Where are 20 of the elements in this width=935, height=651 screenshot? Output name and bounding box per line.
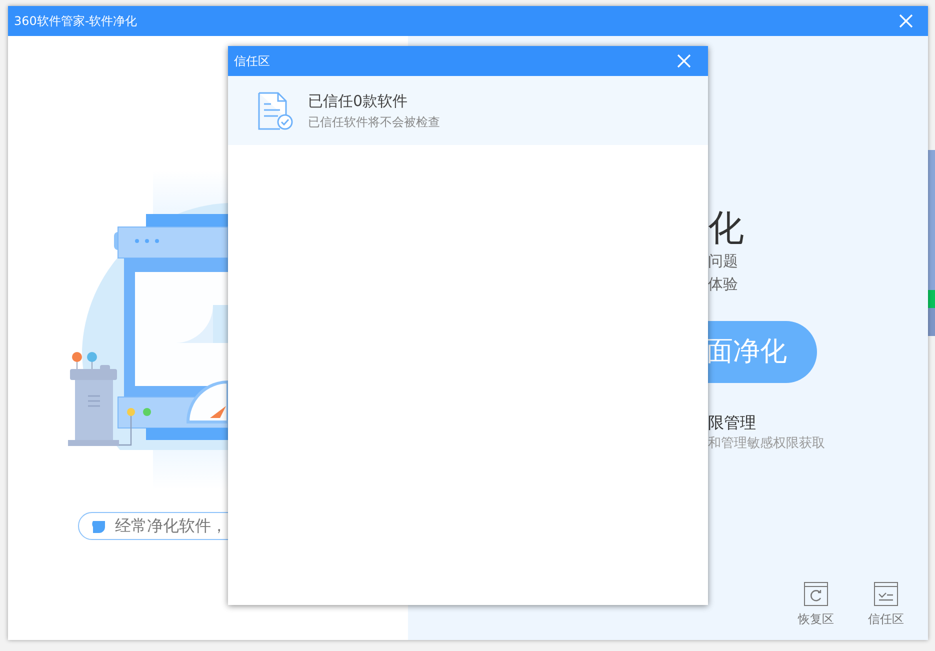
banner-strip xyxy=(928,290,935,308)
leaf-icon xyxy=(91,519,107,533)
feature-title: 限管理 xyxy=(708,413,757,433)
heading-text: 化 xyxy=(708,208,745,250)
photo-placeholder xyxy=(928,308,935,336)
tip-text: 经常净化软件， xyxy=(115,515,227,537)
summary-title: 已信任0款软件 xyxy=(308,91,409,112)
document-check-icon xyxy=(258,92,294,130)
tool-button[interactable]: 恢复区 xyxy=(792,582,840,628)
summary-description: 已信任软件将不会被检查 xyxy=(308,114,440,131)
window-title: 360软件管家-软件净化 xyxy=(14,13,138,30)
close-icon xyxy=(899,14,913,28)
checklist-icon xyxy=(874,582,898,606)
description-text: 问题 xyxy=(708,251,739,272)
restore-icon xyxy=(804,582,828,606)
feature-description: 和管理敏感权限获取 xyxy=(708,435,826,453)
close-icon xyxy=(677,54,691,68)
dialog-title: 信任区 xyxy=(234,53,270,70)
tool-button[interactable]: 信任区 xyxy=(862,582,910,628)
description-text: 体验 xyxy=(708,274,739,295)
